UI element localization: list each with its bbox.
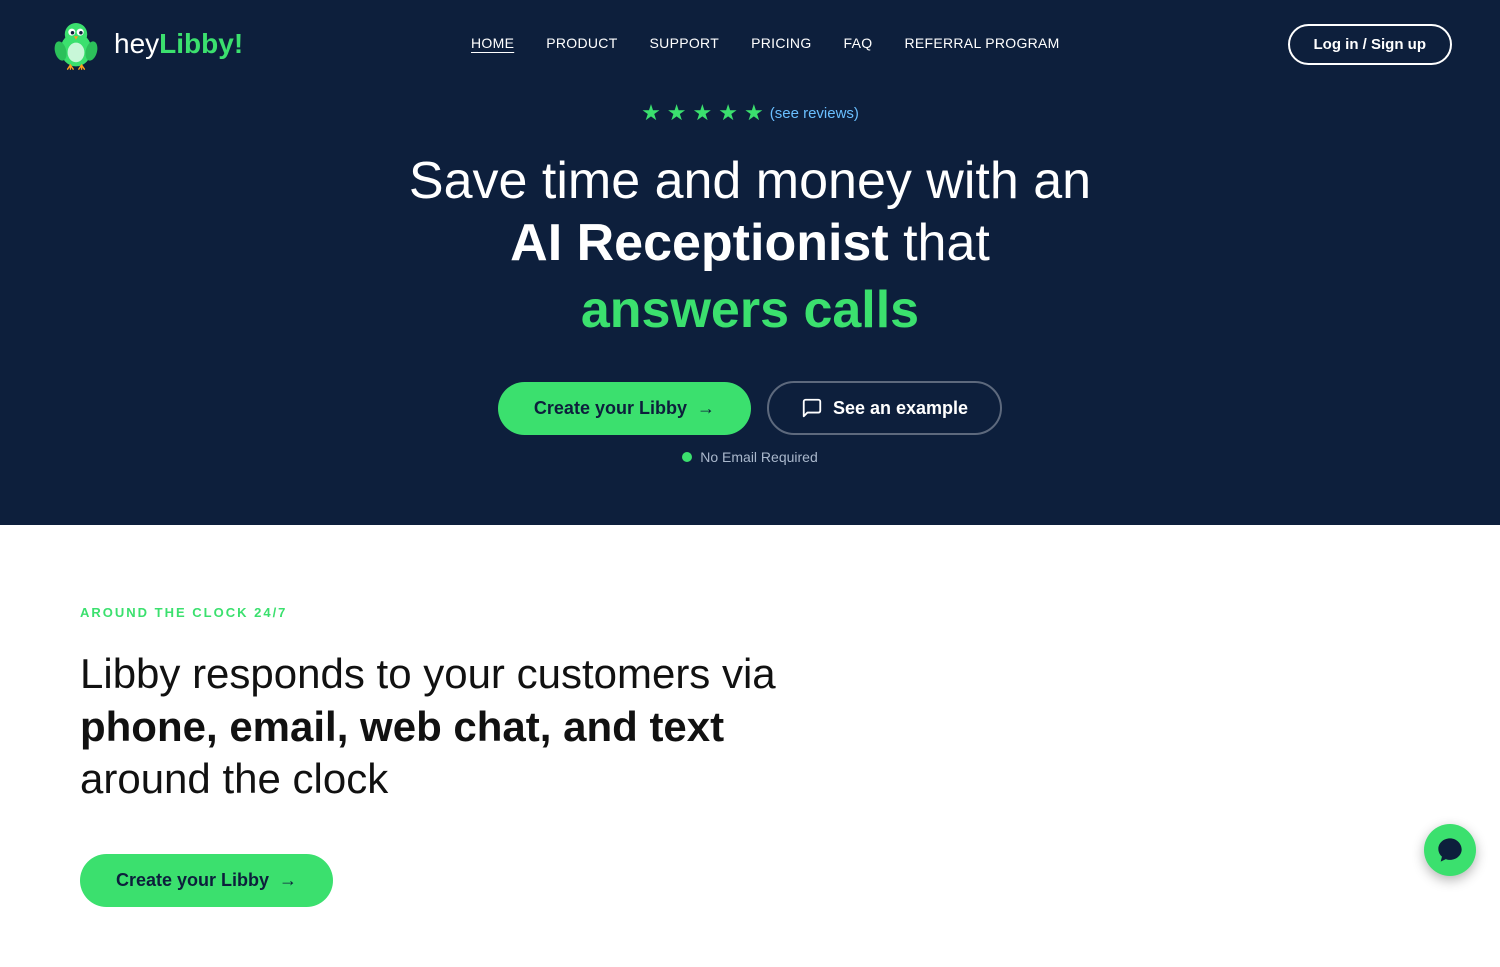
section-tag: AROUND THE CLOCK 24/7 [80,605,1420,620]
star-3-icon: ★ [693,100,713,126]
green-dot-icon [682,452,692,462]
nav-item-home[interactable]: HOME [471,35,514,53]
nav-item-pricing[interactable]: PRICING [751,35,811,53]
chat-icon [801,397,823,419]
nav-item-faq[interactable]: FAQ [844,35,873,53]
star-2-icon: ★ [667,100,687,126]
section-arrow-right-icon: → [279,870,297,891]
support-bubble-button[interactable] [1424,824,1476,876]
create-libby-button[interactable]: Create your Libby → [498,382,751,435]
hero-title: Save time and money with an AI Reception… [409,150,1091,341]
logo[interactable]: heyLibby! [48,16,243,72]
star-1-icon: ★ [641,100,661,126]
features-section: AROUND THE CLOCK 24/7 Libby responds to … [0,525,1500,967]
reviews-row: ★ ★ ★ ★ ★ (see reviews) [641,100,859,126]
star-4-icon: ★ [718,100,738,126]
hero-buttons: Create your Libby → See an example [498,381,1002,435]
nav-links: HOME PRODUCT SUPPORT PRICING FAQ REFERRA… [471,35,1060,53]
login-button[interactable]: Log in / Sign up [1288,24,1452,65]
nav-item-referral[interactable]: REFERRAL PROGRAM [904,35,1059,53]
see-example-button[interactable]: See an example [767,381,1002,435]
star-5-icon: ★ [744,100,764,126]
no-email-row: No Email Required [682,449,818,465]
nav-item-product[interactable]: PRODUCT [546,35,617,53]
hero-tagline-green: answers calls [409,279,1091,341]
reviews-link[interactable]: (see reviews) [770,105,859,122]
section-cta: Create your Libby → [80,854,1420,907]
support-chat-icon [1436,836,1464,864]
logo-text: heyLibby! [114,28,243,60]
arrow-right-icon: → [697,398,715,419]
navbar: heyLibby! HOME PRODUCT SUPPORT PRICING F… [0,0,1500,88]
no-email-text: No Email Required [700,449,818,465]
section-create-libby-button[interactable]: Create your Libby → [80,854,333,907]
nav-item-support[interactable]: SUPPORT [650,35,720,53]
logo-bird-icon [48,16,104,72]
section-title: Libby responds to your customers via pho… [80,648,780,806]
